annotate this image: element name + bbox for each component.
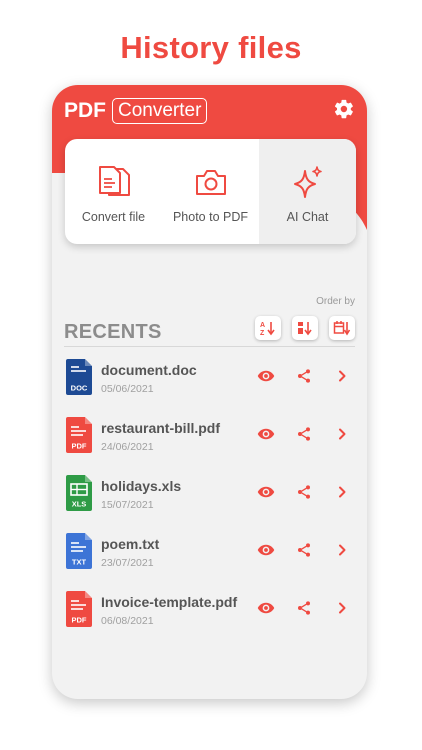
chevron-right-icon (337, 543, 347, 561)
sort-date-icon (333, 321, 351, 336)
open-file-button[interactable] (332, 485, 352, 503)
share-file-button[interactable] (294, 600, 314, 621)
share-file-button[interactable] (294, 542, 314, 563)
view-file-button[interactable] (256, 543, 276, 561)
open-file-button[interactable] (332, 543, 352, 561)
eye-icon (257, 485, 275, 504)
share-file-button[interactable] (294, 368, 314, 389)
svg-text:XLS: XLS (72, 500, 87, 509)
quick-actions-card: Convert file Photo to PDF AI Chat (65, 139, 356, 244)
share-icon (296, 542, 312, 563)
photo-to-pdf-label: Photo to PDF (172, 210, 249, 224)
file-row[interactable]: XLS holidays.xls 15/07/2021 (52, 466, 367, 524)
share-icon (296, 426, 312, 447)
file-name: Invoice-template.pdf (101, 594, 238, 610)
file-name: restaurant-bill.pdf (101, 420, 221, 436)
open-file-button[interactable] (332, 427, 352, 445)
file-name: holidays.xls (101, 478, 182, 494)
phone-screen: PDF Converter Convert file Photo to PDF (52, 85, 367, 699)
order-by-label: Order by (316, 296, 355, 307)
camera-icon (195, 170, 226, 195)
file-row[interactable]: DOC document.doc 05/06/2021 (52, 350, 367, 408)
view-file-button[interactable] (256, 601, 276, 619)
file-row[interactable]: PDF restaurant-bill.pdf 24/06/2021 (52, 408, 367, 466)
eye-icon (257, 427, 275, 446)
photo-to-pdf-button[interactable]: Photo to PDF (162, 139, 259, 244)
convert-file-label: Convert file (81, 210, 146, 224)
view-file-button[interactable] (256, 427, 276, 445)
file-type-icon: PDF (66, 417, 92, 453)
app-title-converter: Converter (112, 98, 208, 124)
file-type-icon: XLS (66, 475, 92, 511)
share-file-button[interactable] (294, 484, 314, 505)
file-date: 23/07/2021 (101, 557, 154, 569)
file-date: 24/06/2021 (101, 441, 154, 453)
settings-button[interactable] (333, 98, 355, 120)
svg-text:TXT: TXT (72, 558, 87, 567)
share-file-button[interactable] (294, 426, 314, 447)
sort-by-name-button[interactable]: A Z (255, 316, 281, 340)
svg-text:PDF: PDF (72, 616, 87, 625)
sort-by-date-button[interactable] (329, 316, 355, 340)
ai-chat-button[interactable]: AI Chat (259, 139, 356, 244)
document-copy-icon (98, 166, 130, 196)
svg-text:PDF: PDF (72, 442, 87, 451)
promo-title: History files (120, 30, 302, 65)
svg-text:Z: Z (260, 330, 265, 336)
view-file-button[interactable] (256, 485, 276, 503)
sparkles-icon (293, 166, 322, 198)
chevron-right-icon (337, 485, 347, 503)
sort-by-size-button[interactable] (292, 316, 318, 340)
file-type-icon: PDF (66, 591, 92, 627)
eye-icon (257, 601, 275, 620)
file-row[interactable]: TXT poem.txt 23/07/2021 (52, 524, 367, 582)
sort-size-icon (298, 322, 312, 336)
open-file-button[interactable] (332, 601, 352, 619)
file-row[interactable]: PDF Invoice-template.pdf 06/08/2021 (52, 582, 367, 640)
file-name: document.doc (101, 362, 197, 378)
file-type-icon: DOC (66, 359, 92, 395)
share-icon (296, 368, 312, 389)
chevron-right-icon (337, 601, 347, 619)
file-type-icon: TXT (66, 533, 92, 569)
open-file-button[interactable] (332, 369, 352, 387)
eye-icon (257, 369, 275, 388)
eye-icon (257, 543, 275, 562)
recents-heading: RECENTS (64, 321, 162, 343)
app-title: PDF Converter (64, 96, 208, 126)
view-file-button[interactable] (256, 369, 276, 387)
svg-text:DOC: DOC (71, 384, 88, 393)
svg-text:A: A (260, 322, 265, 329)
file-date: 06/08/2021 (101, 615, 154, 627)
file-date: 05/06/2021 (101, 383, 154, 395)
gear-icon (334, 99, 353, 119)
chevron-right-icon (337, 427, 347, 445)
file-name: poem.txt (101, 536, 160, 552)
sort-buttons: A Z (255, 316, 355, 340)
convert-file-button[interactable]: Convert file (65, 139, 162, 244)
share-icon (296, 600, 312, 621)
ai-chat-label: AI Chat (286, 210, 329, 224)
recents-divider (64, 346, 355, 347)
recent-files-list: DOC document.doc 05/06/2021 PDF restaurant-b… (52, 350, 367, 640)
app-title-pdf: PDF (64, 99, 106, 122)
chevron-right-icon (337, 369, 347, 387)
file-date: 15/07/2021 (101, 499, 154, 511)
sort-alpha-icon: A Z (260, 322, 275, 336)
share-icon (296, 484, 312, 505)
